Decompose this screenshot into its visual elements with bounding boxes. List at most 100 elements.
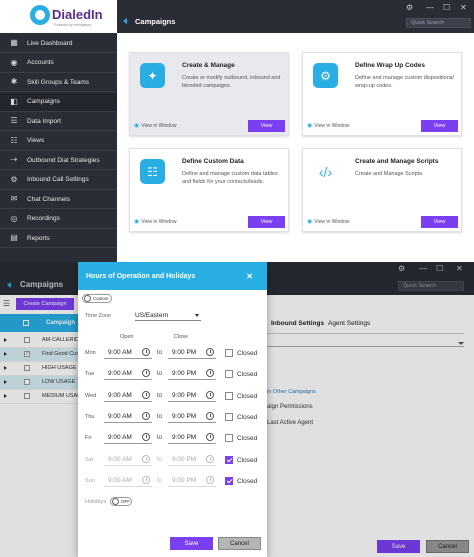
close-time-value: 9:00 PM: [172, 349, 197, 356]
views-icon: ☷: [10, 135, 18, 145]
close-time-value: 9:00 PM: [172, 476, 197, 484]
close-time-input[interactable]: 9:00 PM: [168, 347, 216, 359]
close-time-value: 9:00 PM: [172, 434, 197, 442]
sidebar-item[interactable]: ☷ Views: [0, 132, 117, 151]
timezone-select[interactable]: US/Eastern: [135, 310, 201, 321]
card-scripts[interactable]: ‹/› Create and Manage Scripts Create and…: [302, 148, 462, 232]
view-in-window-link[interactable]: ◉ View in Window: [307, 122, 349, 130]
open-time-value: 9:00 AM: [108, 370, 132, 378]
close-time-value: 9:00 PM: [172, 370, 197, 378]
dial-strategy-icon: ⇢: [10, 155, 18, 164]
card-description: Define and manage custom data tables and…: [182, 171, 278, 185]
closed-checkbox[interactable]: [225, 455, 233, 464]
open-time-input[interactable]: 9:00 AM: [104, 368, 152, 381]
collapse-arrow-icon[interactable]: [123, 18, 127, 24]
view-in-window-link[interactable]: ◉ View in Window: [134, 218, 176, 226]
open-time-input[interactable]: 9:00 AM: [104, 411, 152, 423]
sidebar-item-label: Accounts: [27, 59, 54, 66]
clock-icon: [206, 390, 214, 399]
to-label: to: [157, 435, 163, 442]
clock-icon: [142, 390, 150, 399]
folder-gear-icon: ⚙: [313, 63, 338, 88]
sidebar-item[interactable]: ⇢ Outbound Dial Strategies: [0, 151, 117, 170]
sidebar-item[interactable]: ◎ Recordings: [0, 210, 117, 229]
eye-icon: ◉: [134, 219, 140, 225]
closed-checkbox[interactable]: [225, 434, 233, 443]
closed-label: Closed: [237, 392, 258, 400]
day-label: Mon: [85, 350, 96, 356]
brand-logo[interactable]: DialedIn Powered by Intelligence: [0, 0, 117, 33]
sidebar-item[interactable]: ⚙ Inbound Call Settings: [0, 171, 117, 190]
clock-icon: [206, 454, 214, 463]
closed-checkbox[interactable]: [225, 391, 233, 400]
close-time-input[interactable]: 9:00 PM: [168, 432, 216, 445]
quick-search-input[interactable]: Quick Search: [406, 18, 471, 28]
view-in-window-link[interactable]: ◉ View in Window: [307, 218, 349, 226]
view-button[interactable]: View: [421, 216, 458, 228]
clock-icon: [206, 475, 214, 484]
open-time-input[interactable]: 9:00 AM: [104, 390, 152, 402]
sidebar-item-label: Reports: [27, 234, 50, 242]
closed-label: Closed: [237, 371, 258, 379]
view-in-window-link[interactable]: ◉ View in Window: [134, 122, 176, 130]
minimize-icon[interactable]: —: [426, 4, 434, 12]
card-wrap-up-codes[interactable]: ⚙ Define Wrap Up Codes Define and manage…: [302, 52, 462, 136]
magic-wand-icon: ✦: [140, 63, 165, 88]
sidebar-item-label: Views: [27, 137, 45, 144]
sidebar-item-label: Data Import: [27, 117, 61, 125]
custom-data-icon: ☷: [140, 159, 165, 184]
sidebar-item[interactable]: ◉ Accounts: [0, 54, 117, 73]
view-button[interactable]: View: [248, 120, 285, 132]
closed-checkbox[interactable]: [225, 476, 233, 485]
day-label: Thu: [85, 413, 95, 420]
close-time-input[interactable]: 9:00 PM: [168, 368, 216, 381]
close-time-input: 9:00 PM: [168, 454, 216, 466]
holidays-toggle[interactable]: OFF: [110, 497, 132, 506]
sidebar-item-label: Outbound Dial Strategies: [27, 156, 100, 164]
sidebar-item[interactable]: ✉ Chat Channels: [0, 190, 117, 209]
eye-icon: ◉: [307, 123, 313, 129]
clock-icon: [142, 433, 150, 442]
open-time-input[interactable]: 9:00 AM: [104, 432, 152, 445]
close-time-input[interactable]: 9:00 PM: [168, 411, 216, 423]
card-title: Define Custom Data: [182, 158, 244, 165]
close-time-input[interactable]: 9:00 PM: [168, 390, 216, 402]
card-create-manage[interactable]: ✦ Create & Manage Create or modify outbo…: [129, 52, 289, 136]
to-label: to: [157, 371, 163, 378]
open-time-value: 9:00 AM: [108, 349, 132, 356]
card-description: Define and manage custom dispositions/ w…: [355, 75, 455, 89]
campaign-edit-screen: Campaigns ⚙ — ☐ ✕ Quick Search ☰ Create …: [0, 262, 474, 557]
modal-save-button[interactable]: Save: [170, 537, 213, 550]
sidebar-item[interactable]: ✱ Skill Groups & Teams: [0, 73, 117, 92]
card-custom-data[interactable]: ☷ Define Custom Data Define and manage c…: [129, 148, 289, 232]
clock-icon: [206, 369, 214, 378]
closed-label: Closed: [237, 435, 258, 443]
open-time-input[interactable]: 9:00 AM: [104, 347, 152, 359]
card-title: Create & Manage: [182, 62, 235, 69]
gear-icon[interactable]: ⚙: [406, 4, 413, 12]
closed-checkbox[interactable]: [225, 349, 233, 357]
card-title: Define Wrap Up Codes: [355, 62, 425, 69]
close-icon[interactable]: ✕: [246, 272, 253, 281]
sidebar-item-label: Chat Channels: [27, 195, 70, 203]
closed-checkbox[interactable]: [225, 412, 233, 421]
close-time-value: 9:00 PM: [172, 391, 197, 399]
sidebar-item[interactable]: ◧ Campaigns: [0, 92, 117, 112]
sidebar-item[interactable]: ☰ Data Import: [0, 112, 117, 131]
open-time-value: 9:00 AM: [108, 434, 132, 442]
sidebar-item[interactable]: ▤ Reports: [0, 229, 117, 248]
closed-checkbox[interactable]: [225, 370, 233, 379]
sidebar-item[interactable]: ▦ Live Dashboard: [0, 34, 117, 53]
open-time-value: 9:00 AM: [108, 455, 132, 463]
eye-icon: ◉: [307, 219, 313, 225]
view-button[interactable]: View: [248, 216, 285, 228]
close-icon[interactable]: ✕: [460, 4, 467, 12]
maximize-icon[interactable]: ☐: [443, 4, 450, 12]
modal-cancel-button[interactable]: Cancel: [218, 537, 261, 550]
holidays-label: Holidays: [85, 499, 107, 505]
code-icon: ‹/›: [313, 159, 338, 184]
custom-toggle[interactable]: Custom: [82, 294, 112, 303]
toggle-knob: [112, 498, 119, 505]
view-button[interactable]: View: [421, 120, 458, 132]
clock-icon: [142, 454, 150, 463]
